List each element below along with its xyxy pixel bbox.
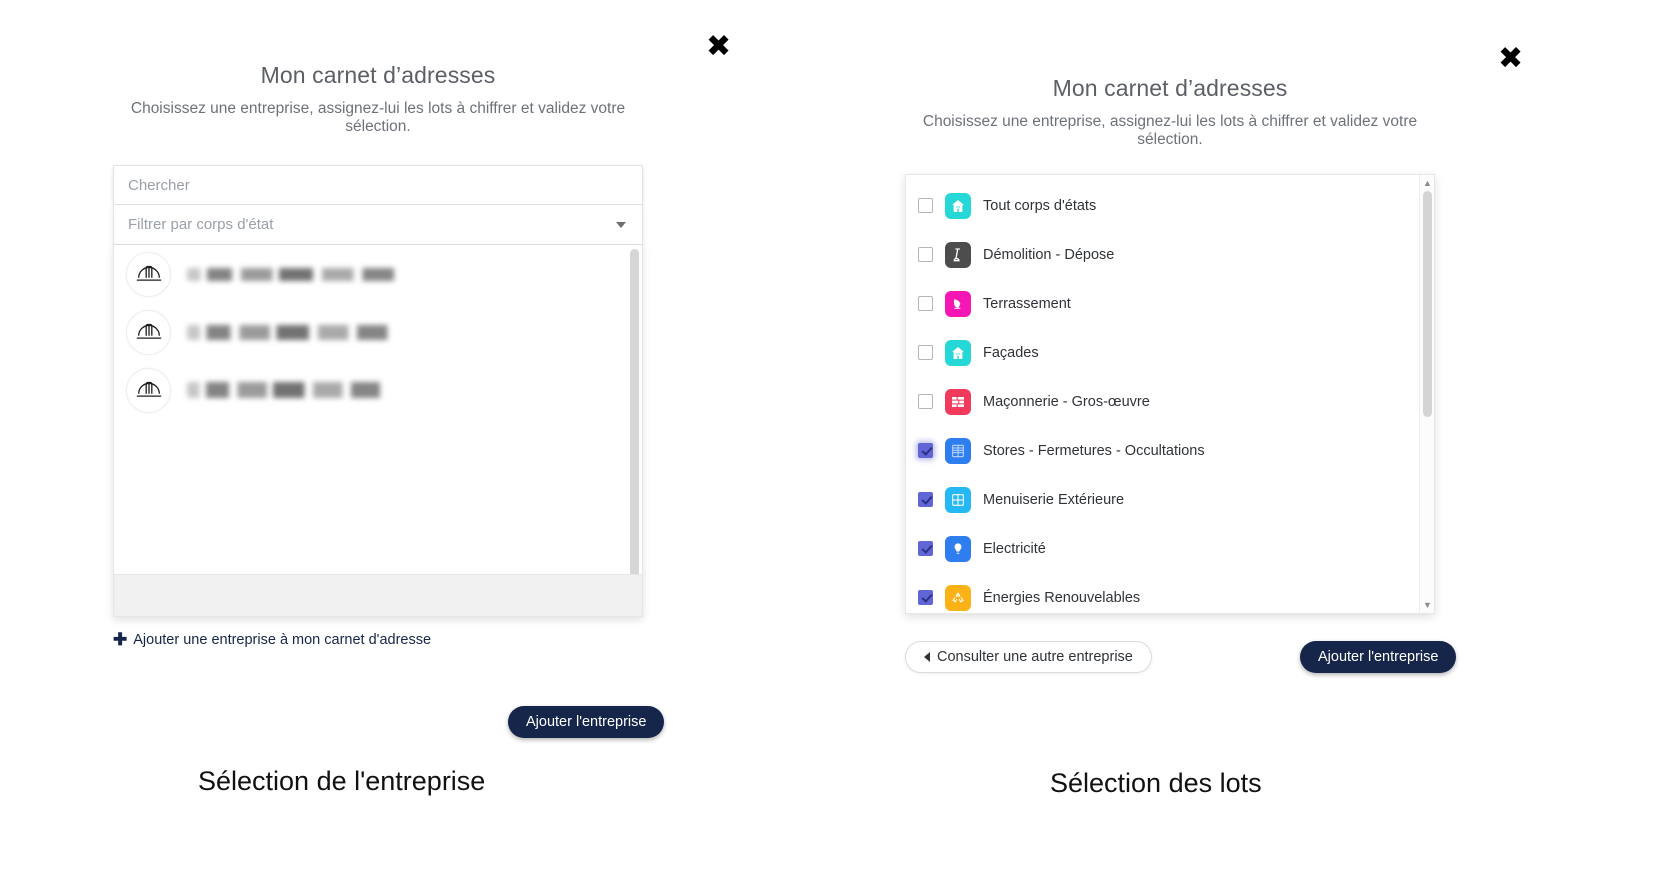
add-company-link[interactable]: ✚ Ajouter une entreprise à mon carnet d'… — [113, 631, 643, 648]
right-modal-subtitle: Choisissez une entreprise, assignez-lui … — [922, 113, 1418, 148]
lots-scrollbar[interactable]: ▲ ▼ — [1419, 175, 1434, 613]
right-close-icon[interactable]: ✖ — [1498, 44, 1523, 74]
company-listbox[interactable] — [113, 245, 643, 617]
left-modal-subtitle: Choisissez une entreprise, assignez-lui … — [130, 100, 626, 135]
company-list-footer — [114, 574, 642, 616]
chevron-up-icon[interactable]: ▲ — [1420, 176, 1434, 190]
list-item[interactable]: Maçonnerie - Gros-œuvre — [906, 377, 1434, 426]
right-modal: Mon carnet d’adresses Choisissez une ent… — [905, 75, 1435, 614]
lot-label: Stores - Fermetures - Occultations — [983, 442, 1205, 459]
company-list-scrollbar[interactable] — [630, 249, 639, 579]
brick-wall-icon — [945, 388, 971, 415]
list-item[interactable] — [114, 303, 642, 361]
chevron-down-icon[interactable]: ▼ — [1420, 598, 1434, 612]
lots-listbox[interactable]: Tout corps d'états Démolition - Dépose T… — [905, 174, 1435, 614]
list-item[interactable]: Stores - Fermetures - Occultations — [906, 426, 1434, 475]
lot-label: Énergies Renouvelables — [983, 589, 1141, 606]
left-modal: Mon carnet d’adresses Choisissez une ent… — [113, 62, 643, 648]
bulb-icon — [945, 535, 971, 562]
plus-icon: ✚ — [113, 630, 128, 649]
hard-hat-icon — [126, 367, 171, 413]
right-caption: Sélection des lots — [1050, 768, 1262, 798]
list-item[interactable]: Menuiserie Extérieure — [906, 475, 1434, 524]
sledgehammer-icon — [945, 241, 971, 268]
company-name-redacted — [187, 382, 397, 398]
left-close-icon[interactable]: ✖ — [706, 32, 731, 62]
back-to-company-label: Consulter une autre entreprise — [937, 649, 1133, 665]
list-item[interactable]: Démolition - Dépose — [906, 230, 1434, 279]
list-item[interactable]: Electricité — [906, 524, 1434, 573]
add-company-link-label: Ajouter une entreprise à mon carnet d'ad… — [133, 631, 432, 648]
filter-corps-etat-select[interactable]: Filtrer par corps d'état — [113, 205, 643, 245]
lot-label: Menuiserie Extérieure — [983, 491, 1125, 508]
excavator-icon — [945, 290, 971, 317]
house-icon — [945, 339, 971, 366]
window-icon — [945, 486, 971, 513]
chevron-down-icon — [616, 221, 626, 228]
screenshot-root: Mon carnet d’adresses Choisissez une ent… — [0, 0, 1664, 894]
house-icon — [945, 192, 971, 219]
lot-label: Maçonnerie - Gros-œuvre — [983, 393, 1150, 410]
hard-hat-icon — [126, 309, 171, 355]
lot-checkbox[interactable] — [918, 492, 933, 507]
lot-label: Electricité — [983, 540, 1046, 557]
lot-checkbox[interactable] — [918, 590, 933, 605]
lot-checkbox[interactable] — [918, 394, 933, 409]
left-caption: Sélection de l'entreprise — [198, 766, 486, 796]
list-item[interactable] — [114, 245, 642, 303]
back-to-company-button[interactable]: Consulter une autre entreprise — [905, 641, 1152, 673]
company-name-redacted — [187, 267, 412, 281]
lot-checkbox[interactable] — [918, 345, 933, 360]
lot-label: Terrassement — [983, 295, 1071, 312]
left-form: Chercher Filtrer par corps d'état ✚ Ajou… — [113, 165, 643, 648]
search-input-placeholder: Chercher — [128, 176, 190, 194]
right-modal-title: Mon carnet d’adresses — [1052, 75, 1288, 101]
left-submit-button[interactable]: Ajouter l'entreprise — [508, 706, 665, 738]
list-item[interactable]: Façades — [906, 328, 1434, 377]
filter-corps-etat-placeholder: Filtrer par corps d'état — [128, 216, 274, 233]
recycle-icon — [945, 584, 971, 611]
list-item[interactable]: Terrassement — [906, 279, 1434, 328]
lot-checkbox[interactable] — [918, 247, 933, 262]
lot-label: Façades — [983, 344, 1039, 361]
company-name-redacted — [187, 324, 405, 340]
lot-label: Tout corps d'états — [983, 197, 1097, 214]
list-item[interactable]: Énergies Renouvelables — [906, 573, 1434, 613]
lot-checkbox[interactable] — [918, 296, 933, 311]
lot-checkbox[interactable] — [918, 198, 933, 213]
list-item[interactable] — [114, 361, 642, 419]
right-submit-button[interactable]: Ajouter l'entreprise — [1300, 641, 1457, 673]
list-item[interactable]: Tout corps d'états — [906, 181, 1434, 230]
blinds-icon — [945, 437, 971, 464]
lot-checkbox[interactable] — [918, 443, 933, 458]
lot-label: Démolition - Dépose — [983, 246, 1115, 263]
hard-hat-icon — [126, 251, 171, 297]
lot-checkbox[interactable] — [918, 541, 933, 556]
search-input[interactable]: Chercher — [113, 165, 643, 205]
lots-scrollbar-thumb[interactable] — [1423, 191, 1432, 417]
triangle-left-icon — [924, 652, 930, 662]
left-modal-title: Mon carnet d’adresses — [260, 62, 496, 88]
